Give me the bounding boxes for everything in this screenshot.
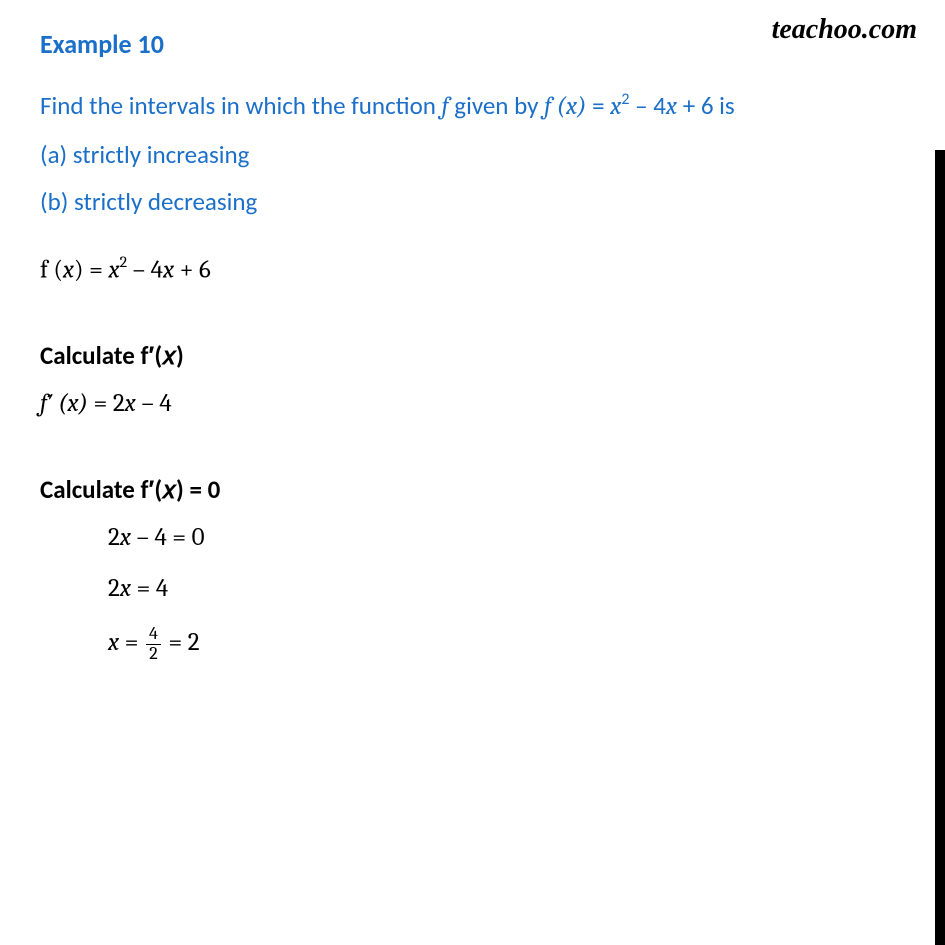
exponent-2: 2 xyxy=(621,90,629,109)
prompt-part-b: (b) strictly decreasing xyxy=(40,178,905,226)
s2-pre: 2 xyxy=(108,574,120,603)
s1-post: – 4 = 0 xyxy=(131,523,205,552)
step-2: 2x = 4 xyxy=(108,574,905,603)
prompt-text-pre: Find the intervals in which the function xyxy=(40,90,442,121)
page-body: teachoo.com Example 10 Find the interval… xyxy=(0,0,945,706)
calc-zero-heading: Calculate f′(𝑥) = 0 xyxy=(40,474,905,505)
fraction-4-over-2: 42 xyxy=(146,625,161,664)
deriv-x: x xyxy=(125,389,136,418)
s1-x: x xyxy=(120,523,131,552)
prompt-line-1: Find the intervals in which the function… xyxy=(40,82,905,131)
x-var-2: x xyxy=(666,92,677,121)
s2-x: x xyxy=(120,574,131,603)
rhs-end: + 6 is xyxy=(677,90,735,121)
derivative-expression: f′ (x) = 2x – 4 xyxy=(40,389,905,418)
frac-den: 2 xyxy=(146,645,161,664)
step-1: 2x – 4 = 0 xyxy=(108,523,905,552)
s2-post: = 4 xyxy=(131,574,168,603)
deriv-eq: = xyxy=(88,389,113,418)
right-black-band xyxy=(935,150,945,945)
calc-derivative-heading: Calculate f′(𝑥) xyxy=(40,340,905,371)
prompt-part-a: (a) strictly increasing xyxy=(40,131,905,179)
deriv-rhs-post: – 4 xyxy=(136,389,172,418)
s3-eq2: = 2 xyxy=(163,628,200,657)
solve-steps: 2x – 4 = 0 2x = 4 x = 42 = 2 xyxy=(40,523,905,664)
fx-expr: f (x) xyxy=(544,92,586,121)
function-restate: f (x) = x2 – 4x + 6 xyxy=(40,254,905,284)
deriv-lhs: f′ (x) xyxy=(40,389,88,418)
end-body: + 6 xyxy=(174,255,211,284)
eq-sign: = xyxy=(586,90,610,121)
sq-body: 2 xyxy=(120,253,128,271)
rest-body: – 4 xyxy=(127,255,163,284)
close-paren: ) = xyxy=(74,255,108,284)
f-label: f ( xyxy=(40,255,63,284)
watermark-logo: teachoo.com xyxy=(772,14,917,46)
x-var: x xyxy=(610,92,621,121)
frac-num: 4 xyxy=(146,625,161,645)
rhs-rest: – 4 xyxy=(629,90,665,121)
x2-body: x xyxy=(108,255,119,284)
problem-statement: Find the intervals in which the function… xyxy=(40,82,905,226)
x-var-body: x xyxy=(63,255,74,284)
s3-x: x xyxy=(108,628,119,657)
step-3: x = 42 = 2 xyxy=(108,625,905,664)
fn-f: f xyxy=(442,92,449,121)
s3-eq: = xyxy=(119,628,144,657)
s1-pre: 2 xyxy=(108,523,120,552)
deriv-rhs-pre: 2 xyxy=(113,389,125,418)
x-body-2: x xyxy=(163,255,174,284)
prompt-text-mid: given by xyxy=(449,90,544,121)
